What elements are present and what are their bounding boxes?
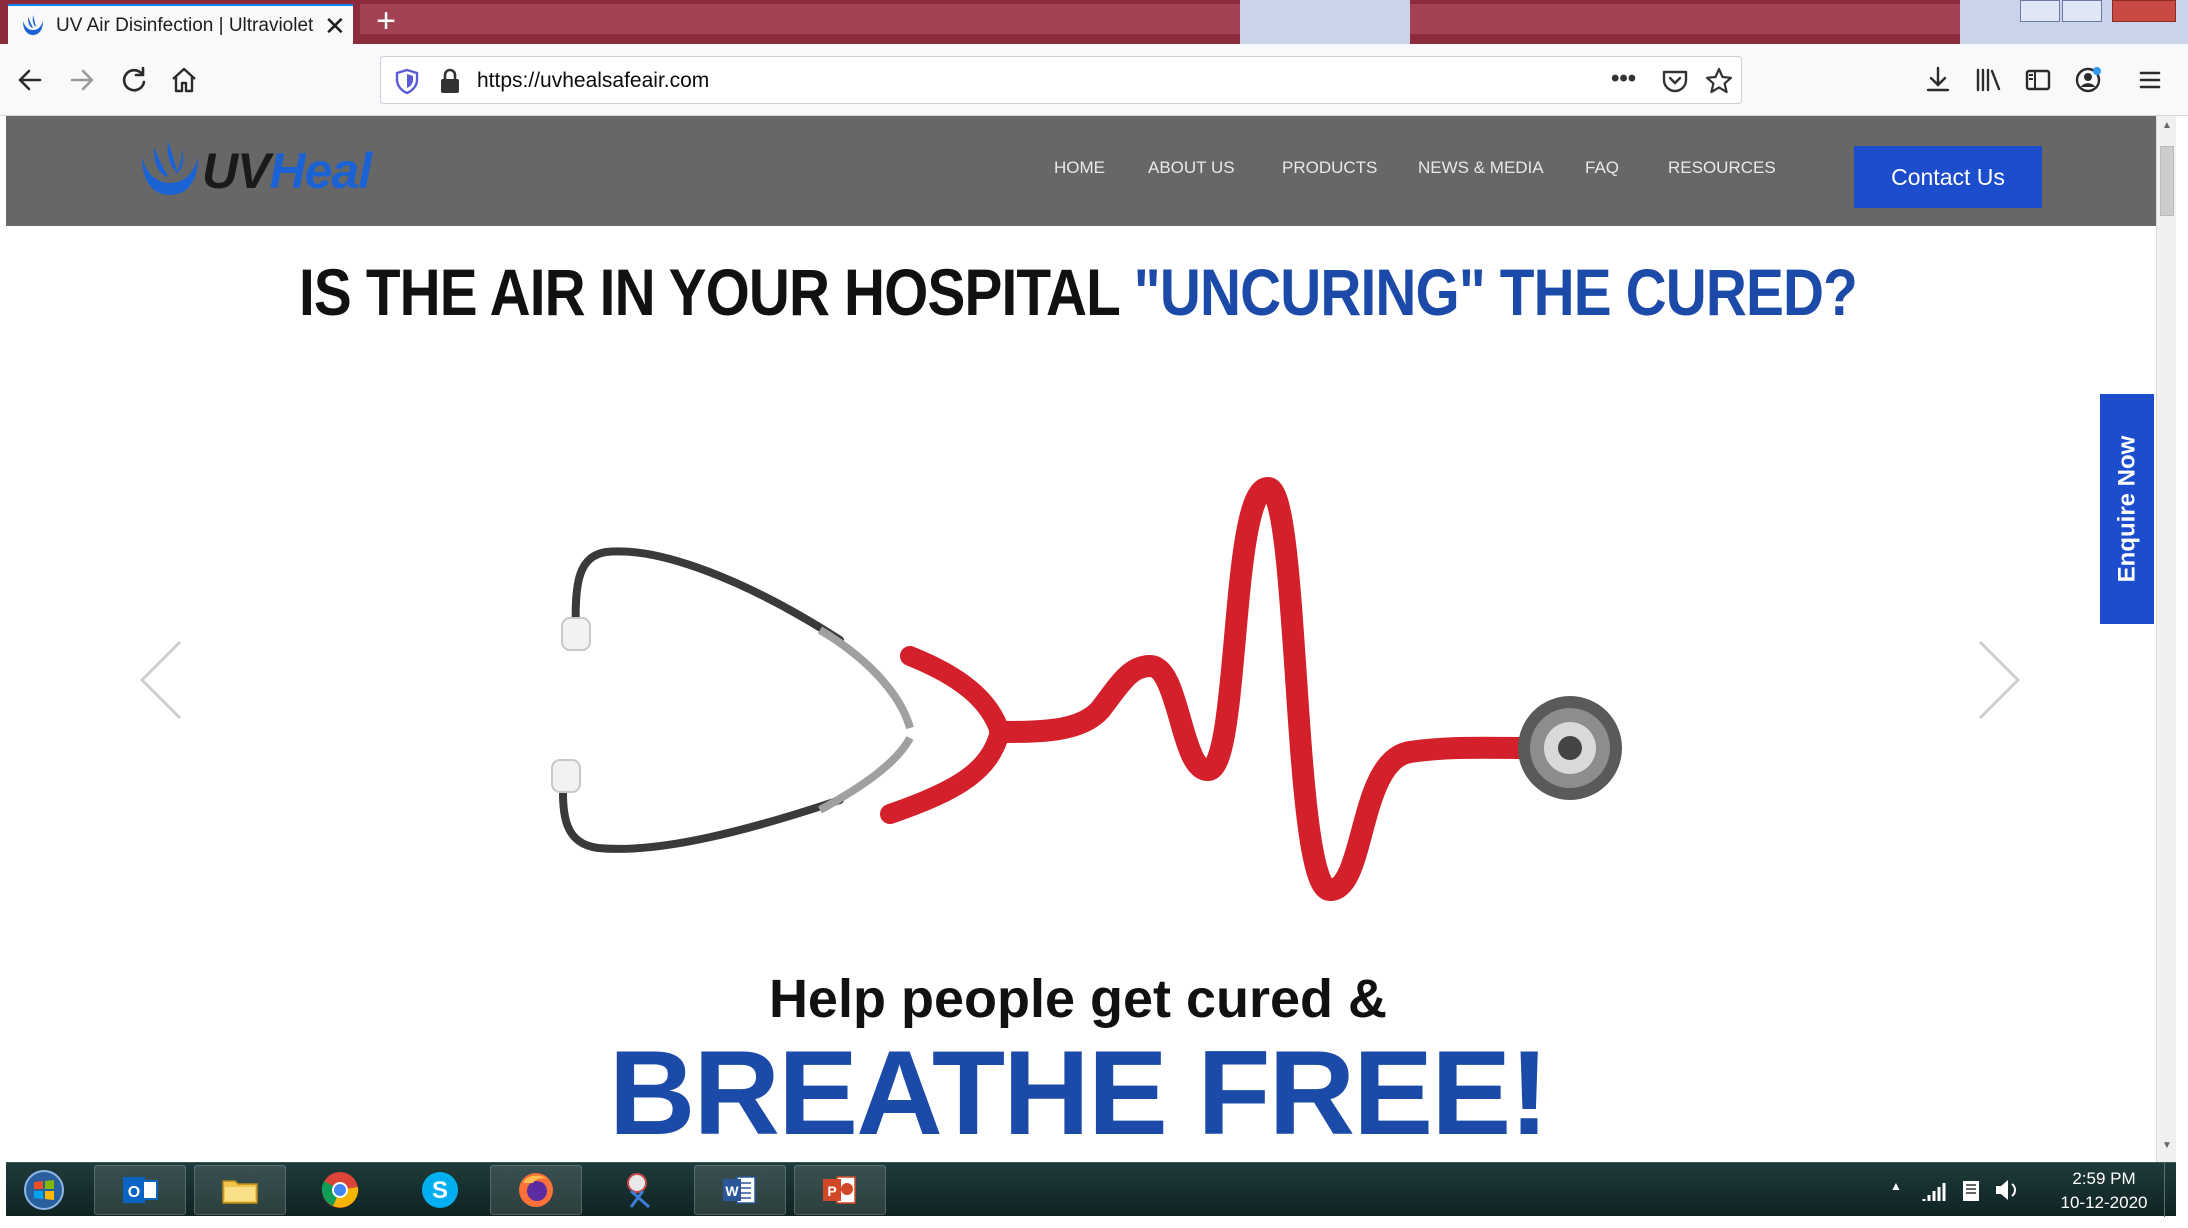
tab-title: UV Air Disinfection | Ultraviolet: [56, 15, 314, 36]
hamburger-menu-icon: [2139, 71, 2161, 89]
minimize-window-button[interactable]: [2020, 0, 2060, 22]
start-orb-icon: [24, 1170, 64, 1210]
nav-news-media[interactable]: NEWS & MEDIA: [1418, 158, 1544, 178]
lock-icon[interactable]: [437, 67, 463, 95]
library-button[interactable]: [1966, 58, 2010, 102]
browser-toolbar: https://uvhealsafeair.com •••: [0, 44, 2188, 116]
enquire-now-label: Enquire Now: [2113, 435, 2141, 583]
download-icon: [1926, 66, 1950, 92]
svg-text:O: O: [128, 1184, 140, 1201]
windows-taskbar: O S W P ▲ 2:59 PM 10-12-2020: [6, 1162, 2176, 1217]
volume-speaker-icon[interactable]: [1992, 1173, 2022, 1207]
scroll-down-arrow-icon[interactable]: ▼: [2161, 1140, 2173, 1154]
uvheal-favicon-icon: [23, 15, 43, 35]
reload-icon: [122, 66, 146, 92]
taskbar-firefox[interactable]: [490, 1165, 582, 1215]
home-button[interactable]: [162, 58, 206, 102]
sidebar-button[interactable]: [2016, 58, 2060, 102]
hero-tagline-big: BREATHE FREE!: [608, 1026, 1549, 1160]
active-tab[interactable]: UV Air Disinfection | Ultraviolet ✕: [8, 4, 353, 44]
new-tab-button[interactable]: +: [366, 2, 406, 42]
nav-about-us[interactable]: ABOUT US: [1148, 158, 1235, 178]
network-signal-icon[interactable]: [1920, 1173, 1950, 1207]
taskbar-file-explorer[interactable]: [194, 1165, 286, 1215]
browser-tab-strip: UV Air Disinfection | Ultraviolet ✕ +: [0, 0, 2188, 44]
carousel-next-arrow-icon[interactable]: [1974, 638, 2024, 722]
tracking-protection-shield-icon[interactable]: [393, 67, 421, 95]
reload-button[interactable]: [112, 58, 156, 102]
stethoscope-heartbeat-illustration: [551, 477, 1622, 901]
headline-blue-text: "UNCURING" THE CURED?: [1133, 255, 1858, 329]
hero-tagline: Help people get cured &: [768, 969, 1388, 1029]
powerpoint-icon: P: [823, 1176, 856, 1204]
sidebar-icon: [2025, 69, 2051, 91]
screenshot: UV Air Disinfection | Ultraviolet ✕ + ht…: [0, 0, 2188, 1228]
clock-date: 10-12-2020: [2060, 1193, 2148, 1212]
contact-us-button[interactable]: Contact Us: [1854, 146, 2042, 208]
hero-headline: IS THE AIR IN YOUR HOSPITAL "UNCURING" T…: [151, 254, 2005, 330]
logo-text-uv: UV: [202, 143, 270, 199]
word-icon: W: [723, 1176, 756, 1204]
back-arrow-icon: [18, 69, 42, 91]
taskbar-clock[interactable]: 2:59 PM 10-12-2020: [2056, 1167, 2152, 1215]
svg-text:P: P: [827, 1183, 836, 1199]
menu-button[interactable]: [2128, 58, 2172, 102]
action-center-flag-icon[interactable]: [1956, 1173, 1986, 1207]
show-desktop-button[interactable]: [2164, 1163, 2176, 1217]
page-scrollbar[interactable]: ▲ ▼: [2156, 116, 2176, 1162]
forward-arrow-icon: [70, 69, 94, 91]
carousel-prev-arrow-icon[interactable]: [136, 638, 186, 722]
firefox-icon: [519, 1173, 553, 1207]
uvheal-logo-icon: [142, 141, 198, 195]
taskbar-skype[interactable]: S: [394, 1165, 486, 1215]
bookmark-star-icon[interactable]: [1703, 65, 1735, 97]
site-header: UV Heal HOME ABOUT US PRODUCTS NEWS & ME…: [6, 116, 2156, 226]
library-icon: [1976, 68, 2001, 92]
nav-faq[interactable]: FAQ: [1585, 158, 1619, 178]
chrome-icon: [321, 1172, 359, 1208]
clock-time: 2:59 PM: [2072, 1169, 2136, 1188]
show-hidden-icons-arrow-icon[interactable]: ▲: [1890, 1179, 1902, 1193]
svg-text:S: S: [432, 1177, 448, 1204]
taskbar-chrome[interactable]: [294, 1165, 386, 1215]
nav-resources[interactable]: RESOURCES: [1668, 158, 1776, 178]
outlook-icon: O: [123, 1177, 158, 1203]
svg-text:W: W: [725, 1183, 739, 1199]
site-logo[interactable]: UV Heal: [138, 138, 372, 204]
downloads-button[interactable]: [1916, 58, 1960, 102]
forward-button[interactable]: [60, 58, 104, 102]
blurred-titlebar-area: [1240, 0, 1410, 44]
scroll-up-arrow-icon[interactable]: ▲: [2161, 120, 2173, 134]
url-text[interactable]: https://uvhealsafeair.com: [477, 69, 709, 93]
taskbar-outlook[interactable]: O: [94, 1165, 186, 1215]
file-explorer-icon: [222, 1180, 258, 1204]
taskbar-snipping-tool[interactable]: [594, 1165, 686, 1215]
blurred-titlebar-area: [1410, 4, 1960, 34]
home-icon: [172, 67, 196, 93]
blurred-titlebar-area: [360, 4, 1240, 34]
page-actions-menu-icon[interactable]: •••: [1611, 65, 1636, 93]
taskbar-word[interactable]: W: [694, 1165, 786, 1215]
snipping-tool-icon: [627, 1173, 650, 1209]
ear-tip-top: [561, 617, 591, 651]
ear-tip-bottom: [551, 759, 581, 793]
pocket-icon[interactable]: [1659, 65, 1691, 97]
headline-black-text: IS THE AIR IN YOUR HOSPITAL: [299, 255, 1134, 329]
maximize-window-button[interactable]: [2062, 0, 2102, 22]
logo-text-heal: Heal: [269, 143, 372, 199]
start-button[interactable]: [6, 1165, 82, 1215]
nav-home[interactable]: HOME: [1054, 158, 1105, 178]
scrollbar-thumb[interactable]: [2160, 146, 2174, 216]
account-button[interactable]: [2066, 58, 2110, 102]
back-button[interactable]: [8, 58, 52, 102]
enquire-now-button[interactable]: Enquire Now: [2100, 394, 2154, 624]
account-icon: [2075, 67, 2101, 93]
skype-icon: S: [422, 1172, 458, 1208]
close-window-button[interactable]: [2112, 0, 2176, 22]
taskbar-powerpoint[interactable]: P: [794, 1165, 886, 1215]
tab-close-icon[interactable]: ✕: [324, 13, 346, 39]
nav-products[interactable]: PRODUCTS: [1282, 158, 1377, 178]
address-bar[interactable]: https://uvhealsafeair.com •••: [380, 56, 1742, 104]
